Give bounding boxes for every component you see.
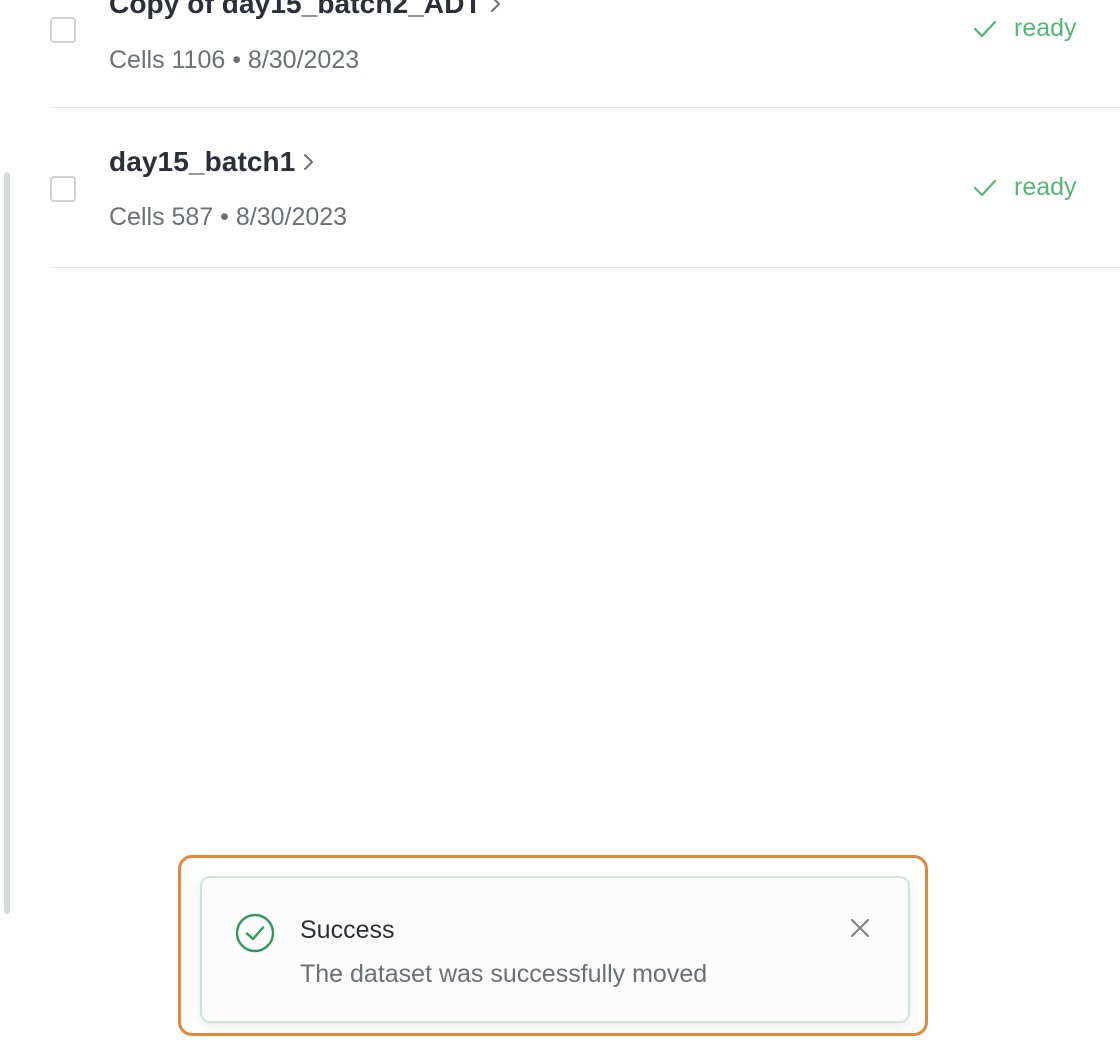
status-badge: ready: [972, 14, 1077, 43]
check-icon: [972, 19, 998, 39]
dataset-checkbox[interactable]: [50, 17, 76, 43]
toast-message: The dataset was successfully moved: [300, 960, 708, 988]
status-label: ready: [1014, 173, 1077, 201]
dataset-name: Copy of day15_batch2_ADT: [109, 0, 482, 19]
page: Copy of day15_batch2_ADT Cells 1106 • 8/…: [0, 0, 1120, 1045]
status-label: ready: [1014, 14, 1077, 42]
close-icon[interactable]: [848, 916, 872, 940]
dataset-row: day15_batch1 Cells 587 • 8/30/2023 ready: [50, 110, 1120, 268]
dataset-checkbox[interactable]: [50, 176, 76, 202]
status-badge: ready: [972, 173, 1077, 202]
dataset-meta: Cells 1106 • 8/30/2023: [109, 46, 360, 74]
check-circle-icon: [234, 912, 276, 954]
dataset-meta: Cells 587 • 8/30/2023: [109, 203, 348, 231]
dataset-name: day15_batch1: [109, 146, 296, 177]
toast-title: Success: [300, 916, 395, 944]
dataset-link[interactable]: Copy of day15_batch2_ADT: [109, 0, 502, 20]
check-icon: [972, 178, 998, 198]
dataset-row: Copy of day15_batch2_ADT Cells 1106 • 8/…: [50, 0, 1120, 108]
success-toast: Success The dataset was successfully mov…: [200, 876, 910, 1023]
dataset-link[interactable]: day15_batch1: [109, 146, 315, 178]
chevron-right-icon: [303, 152, 315, 172]
scrollbar[interactable]: [4, 172, 10, 914]
chevron-right-icon: [490, 0, 502, 14]
